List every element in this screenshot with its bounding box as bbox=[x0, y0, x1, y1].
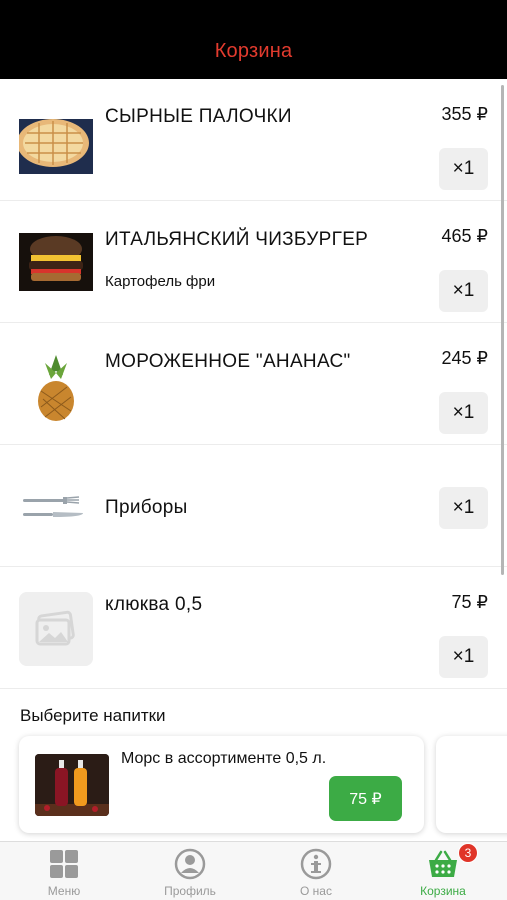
item-name: Приборы bbox=[105, 497, 188, 518]
tab-about[interactable]: О нас bbox=[253, 842, 379, 900]
mors-bottles-image bbox=[35, 754, 109, 816]
profile-icon bbox=[174, 848, 206, 880]
menu-grid-icon bbox=[50, 850, 78, 878]
cheese-sticks-image bbox=[19, 109, 93, 183]
pineapple-ice-cream-image bbox=[19, 351, 93, 425]
cart-item: клюква 0,5 75 ₽ ×1 bbox=[0, 567, 507, 689]
tab-menu[interactable]: Меню bbox=[1, 842, 127, 900]
cart-count-badge: 3 bbox=[458, 843, 478, 863]
item-price: 75 ₽ bbox=[451, 592, 488, 612]
drink-card-next[interactable] bbox=[436, 736, 507, 833]
tab-profile[interactable]: Профиль bbox=[127, 842, 253, 900]
cutlery-image bbox=[19, 469, 93, 543]
info-icon bbox=[300, 848, 332, 880]
item-price: 245 ₽ bbox=[441, 348, 489, 368]
drink-name: Морс в ассортименте 0,5 л. bbox=[121, 750, 327, 767]
tab-label: Профиль bbox=[164, 884, 216, 898]
header: Корзина bbox=[0, 0, 507, 79]
tab-bar: Меню Профиль О нас Корзина bbox=[0, 841, 507, 900]
quantity-button[interactable]: ×1 bbox=[439, 148, 488, 190]
quantity-button[interactable]: ×1 bbox=[439, 636, 488, 678]
drink-card[interactable]: Морс в ассортименте 0,5 л. 75 ₽ bbox=[19, 736, 424, 833]
cart-item: ИТАЛЬЯНСКИЙ ЧИЗБУРГЕР Картофель фри 465 … bbox=[0, 201, 507, 323]
item-name: СЫРНЫЕ ПАЛОЧКИ bbox=[105, 106, 292, 127]
add-drink-button[interactable]: 75 ₽ bbox=[329, 776, 402, 821]
basket-icon bbox=[429, 850, 457, 877]
item-name: клюква 0,5 bbox=[105, 594, 203, 615]
tab-cart[interactable]: Корзина bbox=[380, 842, 506, 900]
item-option: Картофель фри bbox=[105, 273, 216, 290]
cart-item: МОРОЖЕННОЕ "АНАНАС" 245 ₽ ×1 bbox=[0, 323, 507, 445]
drinks-section-title: Выберите напитки bbox=[20, 706, 166, 725]
quantity-button[interactable]: ×1 bbox=[439, 487, 488, 529]
tab-label: О нас bbox=[300, 884, 332, 898]
page-title: Корзина bbox=[214, 40, 293, 62]
cheeseburger-image bbox=[19, 225, 93, 299]
item-name: ИТАЛЬЯНСКИЙ ЧИЗБУРГЕР bbox=[105, 229, 369, 250]
quantity-button[interactable]: ×1 bbox=[439, 392, 488, 434]
tab-label: Корзина bbox=[420, 884, 466, 898]
tab-label: Меню bbox=[47, 884, 81, 898]
item-name: МОРОЖЕННОЕ "АНАНАС" bbox=[105, 351, 351, 372]
item-price: 355 ₽ bbox=[441, 104, 489, 124]
scrollbar[interactable] bbox=[501, 85, 504, 575]
cart-item: Приборы ×1 bbox=[0, 445, 507, 567]
item-price: 465 ₽ bbox=[441, 226, 489, 246]
cart-item: СЫРНЫЕ ПАЛОЧКИ 355 ₽ ×1 bbox=[0, 79, 507, 201]
quantity-button[interactable]: ×1 bbox=[439, 270, 488, 312]
image-placeholder-icon bbox=[19, 592, 93, 666]
